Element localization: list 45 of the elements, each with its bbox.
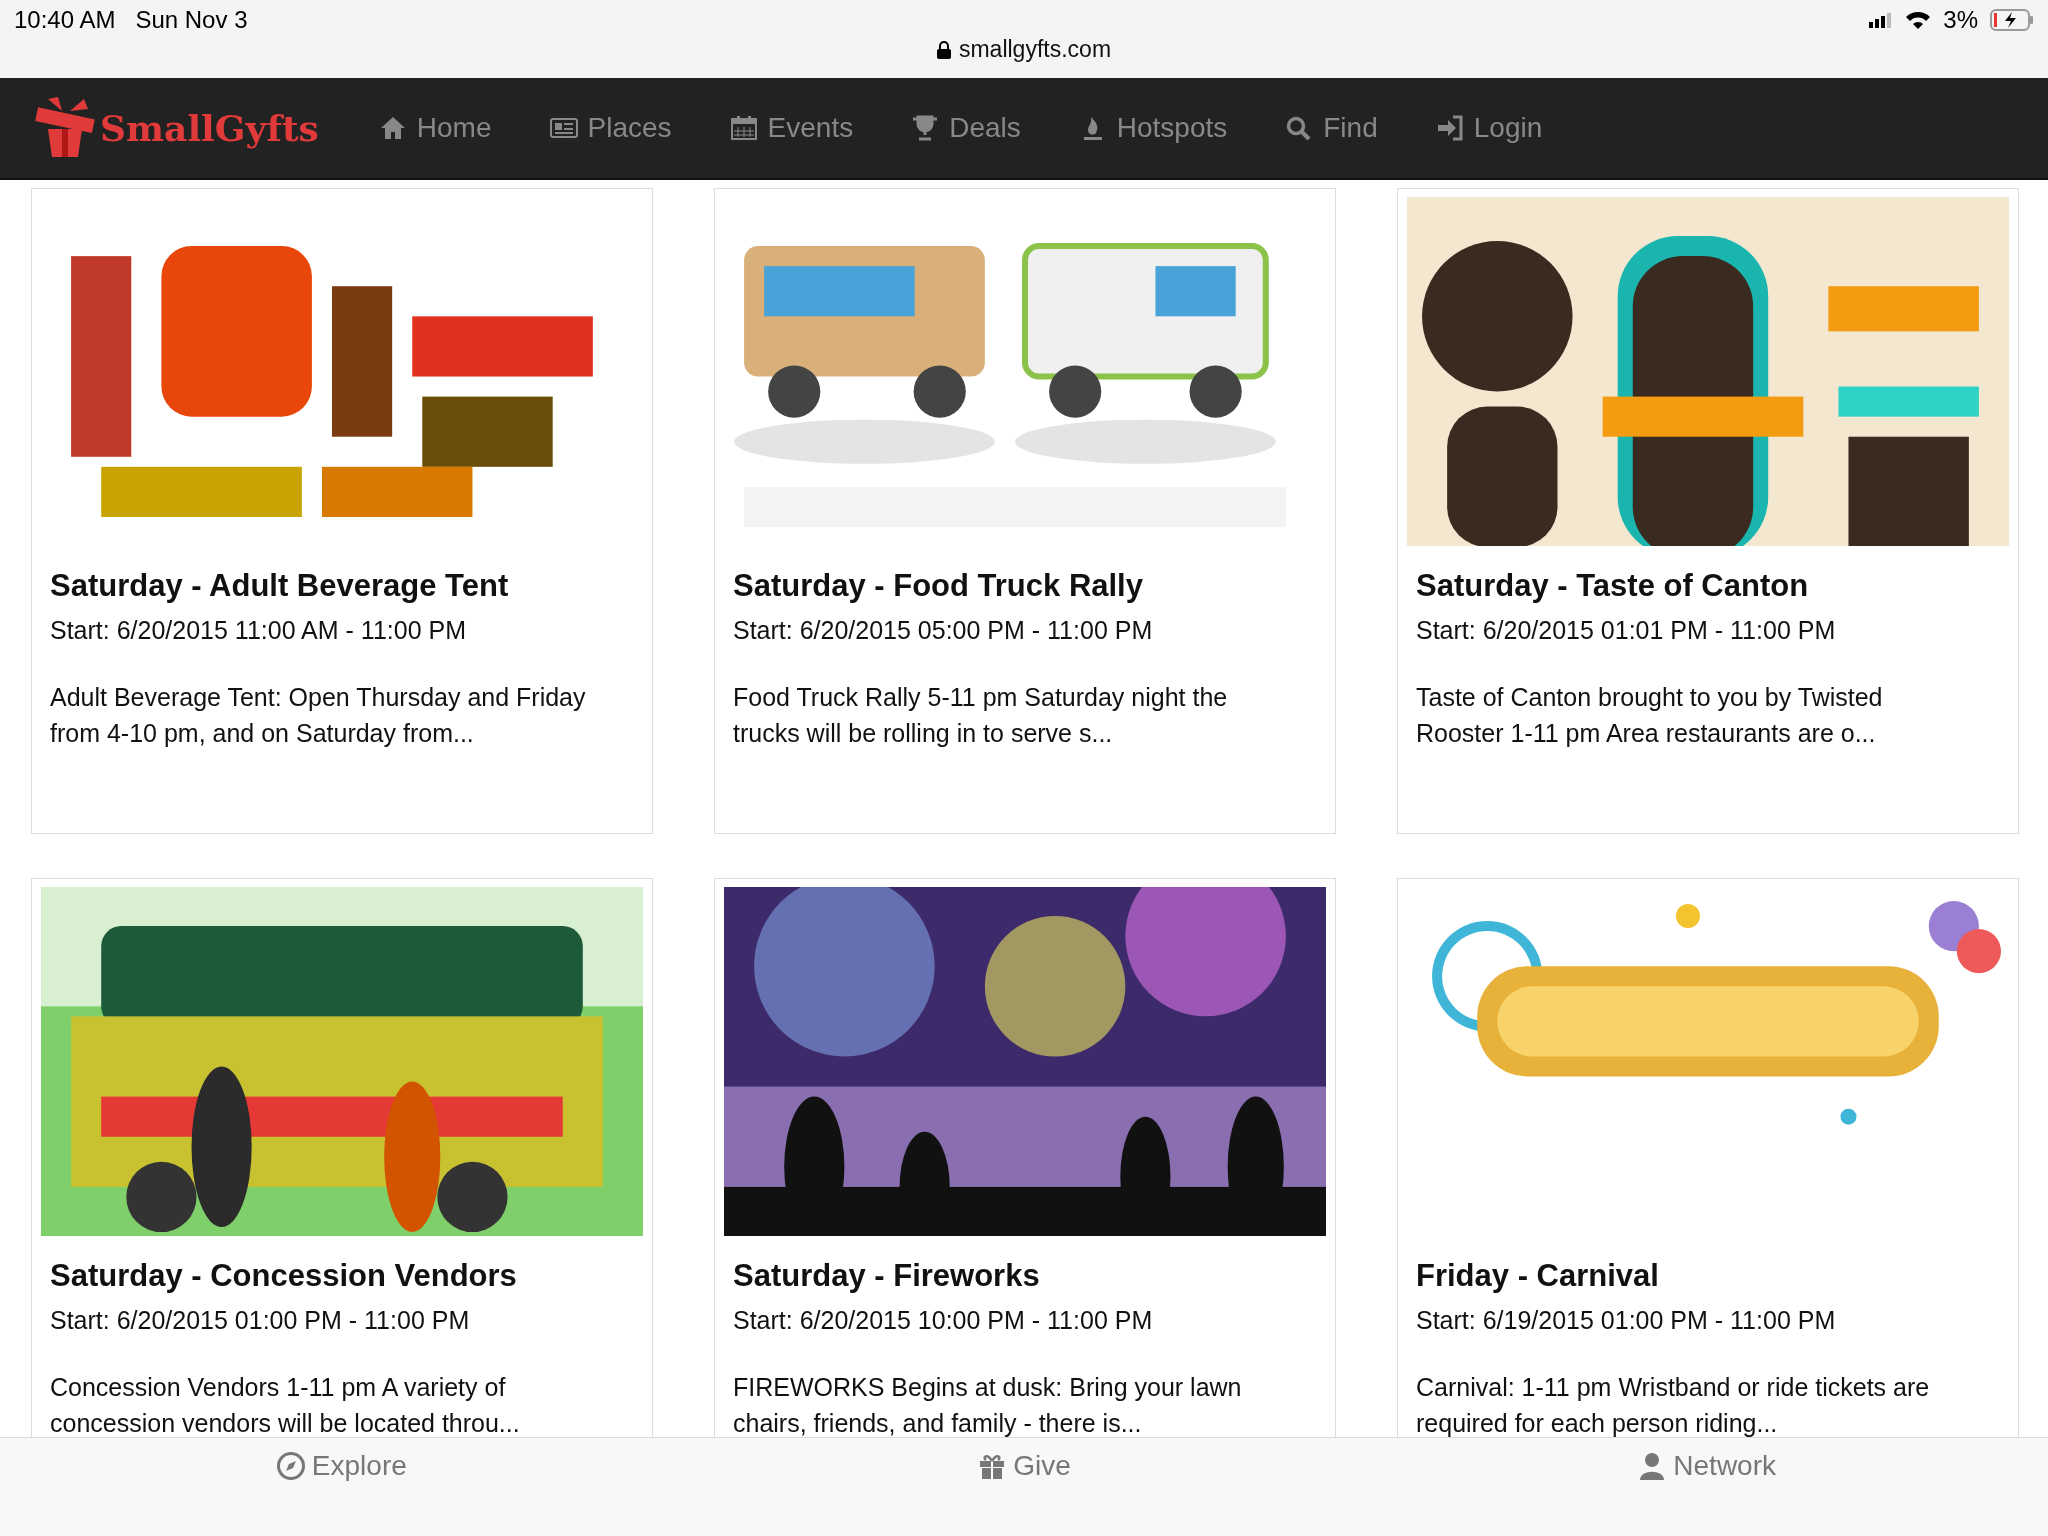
event-description: FIREWORKS Begins at dusk: Bring your lawn chairs, friends, and family - there is... bbox=[733, 1372, 1243, 1437]
status-date: Sun Nov 3 bbox=[135, 6, 248, 34]
tab-bar-item[interactable]: Network bbox=[1365, 1450, 2048, 1482]
nav-link[interactable]: Find bbox=[1285, 112, 1378, 144]
event-title: Friday - Carnival bbox=[1416, 1258, 1660, 1294]
nav-link[interactable]: Hotspots bbox=[1078, 112, 1228, 144]
event-description: Food Truck Rally 5-11 pm Saturday night the trucks will be rolling in to serve s... bbox=[733, 682, 1229, 749]
event-title: Saturday - Concession Vendors bbox=[50, 1258, 518, 1294]
event-title: Saturday - Adult Beverage Tent bbox=[50, 568, 510, 604]
nav-link[interactable]: Home bbox=[378, 112, 492, 144]
status-time: 10:40 AM bbox=[14, 6, 116, 34]
tab-bar-item[interactable]: Explore bbox=[0, 1450, 683, 1482]
event-description: Concession Vendors 1-11 pm A variety of concession vendors will be located throu... bbox=[50, 1372, 521, 1437]
event-start: Start: 6/20/2015 01:00 PM - 11:00 PM bbox=[50, 1306, 471, 1335]
battery-percent: 3% bbox=[1943, 6, 1978, 34]
nav-link[interactable]: Login bbox=[1435, 112, 1543, 144]
tab-bar-item[interactable]: Give bbox=[682, 1450, 1366, 1482]
newspaper-icon bbox=[549, 115, 578, 141]
url-bar[interactable]: smallgyfts.com bbox=[936, 36, 1112, 63]
calendar-icon bbox=[729, 115, 758, 141]
event-title: Saturday - Taste of Canton bbox=[1416, 568, 1810, 604]
event-start: Start: 6/20/2015 01:01 PM - 11:00 PM bbox=[1416, 616, 1837, 645]
event-title: Saturday - Food Truck Rally bbox=[733, 568, 1144, 604]
nav-link[interactable]: Places bbox=[549, 112, 672, 144]
event-card[interactable]: Saturday - Food Truck Rally Start: 6/20/2015 05:00 PM - 11:00 PM Food Truck Rally 5-11 pm Saturday night the trucks will be rolling in to serve s... bbox=[714, 188, 1336, 834]
event-start: Start: 6/20/2015 10:00 PM - 11:00 PM bbox=[733, 1306, 1154, 1335]
compass-icon bbox=[275, 1451, 306, 1481]
signal-icon bbox=[1869, 12, 1894, 28]
trophy-icon bbox=[911, 115, 940, 141]
event-description: Adult Beverage Tent: Open Thursday and Friday from 4-10 pm, and on Saturday from... bbox=[50, 682, 587, 749]
event-card[interactable]: Saturday - Taste of Canton Start: 6/20/2015 01:01 PM - 11:00 PM Taste of Canton brought to you by Twisted Rooster 1-11 pm Area restaurants are o... bbox=[1397, 188, 2019, 834]
wifi-icon bbox=[1905, 10, 1932, 30]
nav-link[interactable]: Events bbox=[729, 112, 854, 144]
event-title: Saturday - Fireworks bbox=[733, 1258, 1041, 1294]
event-start: Start: 6/20/2015 05:00 PM - 11:00 PM bbox=[733, 616, 1154, 645]
event-description: Carnival: 1-11 pm Wristband or ride tickets are required for each person riding... bbox=[1416, 1372, 1931, 1437]
event-description: Taste of Canton brought to you by Twisted Rooster 1-11 pm Area restaurants are o... bbox=[1416, 682, 1884, 749]
event-start: Start: 6/20/2015 11:00 AM - 11:00 PM bbox=[50, 616, 467, 645]
event-card[interactable]: Saturday - Adult Beverage Tent Start: 6/20/2015 11:00 AM - 11:00 PM Adult Beverage Tent: Open Thursday and Friday from 4-10 pm, and on Saturday from... bbox=[31, 188, 653, 834]
lock-icon bbox=[936, 40, 951, 59]
battery-icon bbox=[1990, 9, 2034, 31]
nav-link[interactable]: Deals bbox=[911, 112, 1021, 144]
login-icon bbox=[1435, 115, 1464, 141]
logo[interactable]: SmallGyfts bbox=[34, 95, 319, 161]
event-start: Start: 6/19/2015 01:00 PM - 11:00 PM bbox=[1416, 1306, 1837, 1335]
